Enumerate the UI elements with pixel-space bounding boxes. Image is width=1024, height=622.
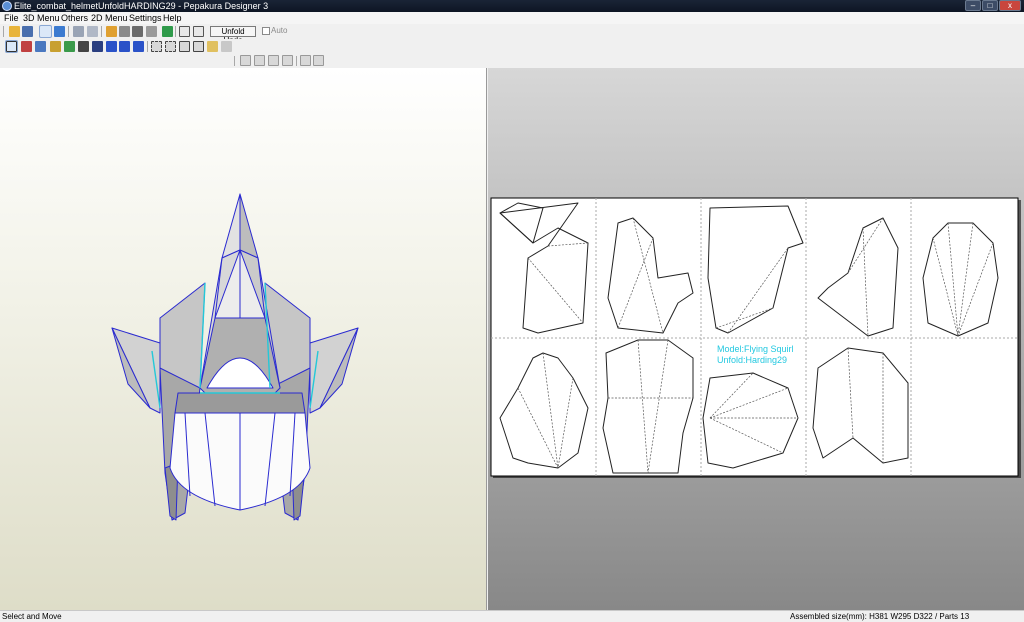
measure-icon[interactable]: [146, 26, 157, 37]
texture-icon[interactable]: [162, 26, 173, 37]
toolbar-main: Unfold Undo Auto: [0, 24, 1024, 45]
toolbar-align: [0, 54, 1024, 68]
title-bar: Elite_combat_helmetUnfoldHARDING29 - Pep…: [0, 0, 1024, 12]
menu-file[interactable]: File: [4, 12, 19, 24]
rotate-right-icon[interactable]: [313, 55, 324, 66]
2d-pattern-view[interactable]: Model:Flying Squirl Unfold:Harding29: [488, 68, 1024, 610]
pattern-watermark-unfold: Unfold:Harding29: [717, 355, 787, 365]
grid-icon[interactable]: [179, 41, 190, 52]
save-icon[interactable]: [22, 26, 33, 37]
minimize-button[interactable]: –: [965, 0, 981, 11]
glue-icon[interactable]: [119, 26, 130, 37]
select-area-icon[interactable]: [151, 41, 162, 52]
flip-icon[interactable]: [119, 41, 130, 52]
3d-model-view[interactable]: [0, 68, 487, 610]
toolbar-edit: [0, 39, 1024, 54]
open-folder-icon[interactable]: [9, 26, 20, 37]
undo-arrow-icon[interactable]: [133, 41, 144, 52]
toolbar-separator: [101, 26, 102, 37]
toolbar-separator: [234, 56, 235, 66]
paint-icon[interactable]: [64, 41, 75, 52]
toolbar-separator: [175, 26, 176, 37]
marquee-icon[interactable]: [165, 41, 176, 52]
unfold-undo-button[interactable]: Unfold Undo: [210, 26, 256, 45]
pattern-sheet: Model:Flying Squirl Unfold:Harding29: [490, 197, 1021, 478]
menu-3d[interactable]: 3D Menu: [23, 12, 60, 24]
rotate-icon[interactable]: [73, 26, 84, 37]
anchor-icon[interactable]: [132, 26, 143, 37]
rotate-part-icon[interactable]: [106, 41, 117, 52]
text-box-icon[interactable]: [92, 41, 103, 52]
menu-settings[interactable]: Settings: [129, 12, 162, 24]
align-top-icon[interactable]: [282, 55, 293, 66]
auto-checkbox[interactable]: [262, 27, 270, 35]
select-icon[interactable]: [5, 40, 18, 53]
menu-bar: File 3D Menu Others 2D Menu Settings Hel…: [0, 12, 1024, 24]
move-icon[interactable]: [87, 26, 98, 37]
helmet-3d-model: [111, 193, 359, 521]
join-icon[interactable]: [78, 41, 89, 52]
status-mode: Select and Move: [2, 612, 62, 621]
rotate-left-icon[interactable]: [300, 55, 311, 66]
frame-icon[interactable]: [193, 26, 204, 37]
flap-icon[interactable]: [50, 41, 61, 52]
cut-icon[interactable]: [21, 41, 32, 52]
toolbar-separator: [68, 26, 69, 37]
pepakura-app-icon: [2, 1, 12, 11]
print-preview-icon[interactable]: [207, 41, 218, 52]
window-title: Elite_combat_helmetUnfoldHARDING29 - Pep…: [14, 1, 269, 11]
status-assembled-size: Assembled size(mm): H381 W295 D322 / Par…: [790, 612, 970, 621]
align-center-icon[interactable]: [254, 55, 265, 66]
menu-2d[interactable]: 2D Menu: [91, 12, 128, 24]
light-bulb-icon[interactable]: [39, 25, 52, 38]
toolbar-separator: [296, 56, 297, 66]
printer-icon[interactable]: [221, 41, 232, 52]
menu-help[interactable]: Help: [163, 12, 182, 24]
maximize-button[interactable]: □: [982, 0, 998, 11]
align-left-icon[interactable]: [240, 55, 251, 66]
window-icon[interactable]: [179, 26, 190, 37]
toolbar-separator: [147, 41, 148, 52]
menu-others[interactable]: Others: [61, 12, 88, 24]
cube-icon[interactable]: [54, 26, 65, 37]
pencil-icon[interactable]: [106, 26, 117, 37]
image-icon[interactable]: [35, 41, 46, 52]
close-button[interactable]: x: [999, 0, 1021, 11]
check-icon[interactable]: [193, 41, 204, 52]
align-right-icon[interactable]: [268, 55, 279, 66]
pattern-watermark-model: Model:Flying Squirl: [717, 344, 794, 354]
toolbar-separator: [3, 26, 4, 37]
status-bar: Select and Move Assembled size(mm): H381…: [0, 610, 1024, 622]
auto-label: Auto: [271, 26, 288, 35]
